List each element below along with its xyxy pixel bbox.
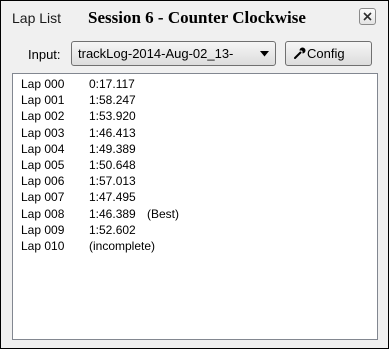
- close-button[interactable]: [359, 8, 376, 25]
- title-bar[interactable]: Lap List Session 6 - Counter Clockwise: [1, 1, 388, 36]
- lap-time: 1:50.648: [89, 158, 136, 172]
- lap-label: Lap 000: [21, 77, 65, 91]
- app-title: Lap List: [12, 10, 62, 26]
- config-button[interactable]: Config: [285, 41, 372, 66]
- lap-label: Lap 006: [21, 174, 65, 189]
- lap-time: 0:17.117: [89, 77, 135, 91]
- lap-time: 1:46.389: [89, 206, 136, 221]
- lap-label: Lap 007: [21, 190, 65, 205]
- close-icon: [363, 12, 372, 21]
- lap-note: (Best): [147, 206, 180, 221]
- wrench-icon: [294, 47, 306, 59]
- input-file-dropdown[interactable]: trackLog-2014-Aug-02_13-: [71, 41, 276, 66]
- lap-list-window: Lap List Session 6 - Counter Clockwise I…: [0, 0, 389, 349]
- lap-label: Lap 002: [21, 109, 65, 124]
- input-file-value: trackLog-2014-Aug-02_13-: [78, 46, 234, 61]
- lap-time: 1:47.495: [89, 190, 136, 205]
- lap-label: Lap 003: [21, 125, 65, 140]
- input-label: Input:: [28, 47, 61, 62]
- session-title: Session 6 - Counter Clockwise: [88, 8, 306, 27]
- lap-label: Lap 009: [21, 222, 65, 237]
- lap-label: Lap 004: [21, 141, 65, 156]
- lap-list[interactable]: Lap 000 0:17.117 Lap 001 1:58.247 Lap 002 1:5…: [12, 73, 378, 340]
- lap-label: Lap 008: [21, 206, 65, 221]
- lap-time: (incomplete): [89, 239, 156, 253]
- lap-label: Lap 001: [21, 93, 65, 108]
- lap-label: Lap 010: [21, 239, 65, 253]
- lap-time: 1:46.413: [89, 125, 136, 140]
- lap-time: 1:58.247: [89, 93, 136, 108]
- chevron-down-icon: [260, 51, 269, 57]
- lap-time: 1:49.389: [89, 141, 136, 156]
- lap-label: Lap 005: [21, 158, 65, 172]
- lap-time: 1:57.013: [89, 174, 136, 189]
- config-label: Config: [307, 46, 345, 61]
- lap-time: 1:52.602: [89, 222, 136, 237]
- lap-time: 1:53.920: [89, 109, 136, 124]
